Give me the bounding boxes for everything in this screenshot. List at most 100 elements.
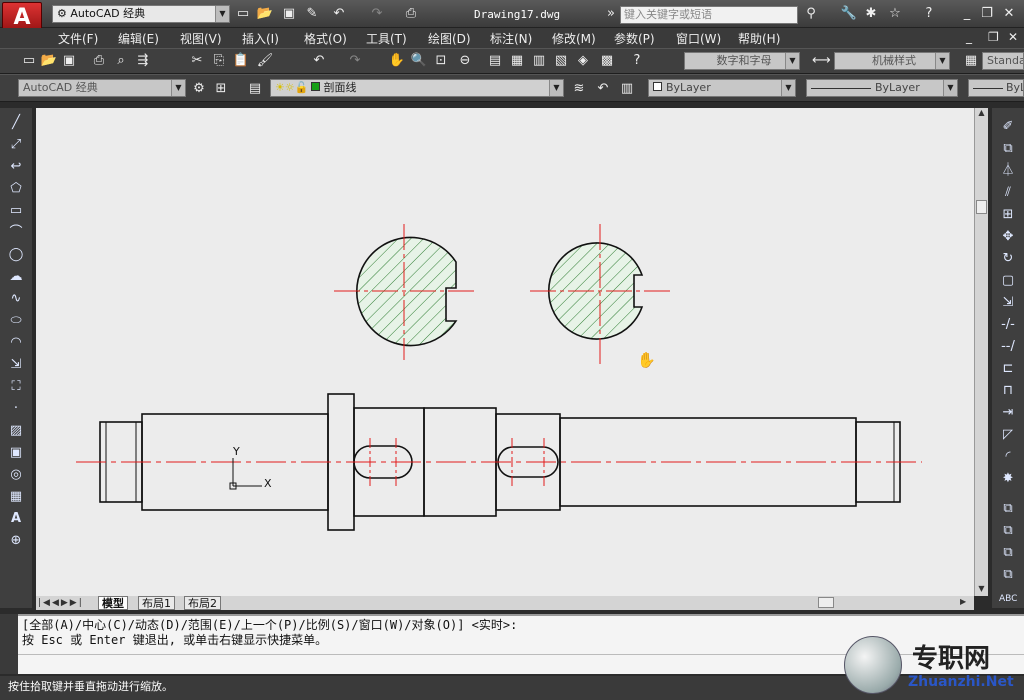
text-draworder-icon[interactable]: ABC xyxy=(999,590,1017,608)
markup-icon[interactable]: ◈ xyxy=(574,52,592,70)
design-center-icon[interactable]: ▦ xyxy=(508,52,526,70)
extend-icon[interactable]: --/ xyxy=(999,338,1017,356)
section-view-2[interactable] xyxy=(530,224,670,364)
polygon-icon[interactable]: ⬠ xyxy=(7,180,25,198)
undo-icon[interactable]: ↶ xyxy=(310,52,328,70)
menu-parametric[interactable]: 参数(P) xyxy=(614,30,655,47)
minimize-icon[interactable]: _ xyxy=(958,5,976,23)
drawing-canvas[interactable]: Y X ✋ xyxy=(36,108,974,596)
region-icon[interactable]: ◎ xyxy=(7,466,25,484)
tab-nav-arrows[interactable]: |◀◀▶▶| xyxy=(38,596,84,610)
zoom-previous-icon[interactable]: ⊖ xyxy=(456,52,474,70)
vertical-scroll-thumb[interactable] xyxy=(976,200,987,214)
help-icon[interactable]: ? xyxy=(628,52,646,70)
dim-style-select[interactable]: 机械样式 ▼ xyxy=(834,52,950,70)
communication-icon[interactable]: ✱ xyxy=(862,5,880,23)
rectangle-icon[interactable]: ▭ xyxy=(7,202,25,220)
workspace-selector[interactable]: ⚙ AutoCAD 经典 ▼ xyxy=(52,5,230,23)
wrench-icon[interactable]: 🔧 xyxy=(840,5,858,23)
paste-icon[interactable]: 📋 xyxy=(232,52,250,70)
vertical-scrollbar[interactable]: ▲ ▼ xyxy=(974,108,988,596)
copy-icon[interactable]: ⎘ xyxy=(210,52,228,70)
polyline-icon[interactable]: ↩ xyxy=(7,158,25,176)
array-icon[interactable]: ⊞ xyxy=(999,206,1017,224)
add-selected-icon[interactable]: ⊕ xyxy=(7,532,25,550)
doc-restore-icon[interactable]: ❐ xyxy=(988,30,999,44)
erase-icon[interactable]: ✐ xyxy=(999,118,1017,136)
menu-dimension[interactable]: 标注(N) xyxy=(490,30,532,47)
scroll-up-arrow[interactable]: ▲ xyxy=(975,108,988,120)
menu-tools[interactable]: 工具(T) xyxy=(366,30,407,47)
open-folder-icon[interactable]: 📂 xyxy=(256,5,274,23)
menu-format[interactable]: 格式(O) xyxy=(304,30,347,47)
section-view-1[interactable] xyxy=(334,224,474,360)
color-select[interactable]: ByLayer ▼ xyxy=(648,79,796,97)
horizontal-scrollbar[interactable]: ▶ xyxy=(228,596,974,610)
calculator-icon[interactable]: ▩ xyxy=(598,52,616,70)
scroll-right-arrow[interactable]: ▶ xyxy=(960,597,966,606)
menu-help[interactable]: 帮助(H) xyxy=(738,30,780,47)
break-at-point-icon[interactable]: ⊏ xyxy=(999,360,1017,378)
chamfer-icon[interactable]: ◸ xyxy=(999,426,1017,444)
tablestyle-icon[interactable]: ▦ xyxy=(962,52,980,70)
print-icon[interactable]: ⎙ xyxy=(402,5,420,23)
fillet-icon[interactable]: ◜ xyxy=(999,448,1017,466)
table-icon[interactable]: ▦ xyxy=(7,488,25,506)
draworder-front-icon[interactable]: ⧉ xyxy=(999,500,1017,518)
redo-icon[interactable]: ↷ xyxy=(368,5,386,23)
doc-close-icon[interactable]: ✕ xyxy=(1008,30,1018,44)
plot-icon[interactable]: ⎙ xyxy=(90,52,108,70)
publish-icon[interactable]: ⇶ xyxy=(134,52,152,70)
menu-draw[interactable]: 绘图(D) xyxy=(428,30,471,47)
hatch-icon[interactable]: ▨ xyxy=(7,422,25,440)
zoom-realtime-icon[interactable]: 🔍 xyxy=(410,52,428,70)
scroll-down-arrow[interactable]: ▼ xyxy=(975,584,988,596)
star-icon[interactable]: ☆ xyxy=(886,5,904,23)
draworder-back-icon[interactable]: ⧉ xyxy=(999,522,1017,540)
layer-properties-icon[interactable]: ▤ xyxy=(246,80,264,98)
binoculars-icon[interactable]: ⚲ xyxy=(802,5,820,23)
insert-block-icon[interactable]: ⇲ xyxy=(7,356,25,374)
preview-icon[interactable]: ⌕ xyxy=(112,52,130,70)
save-as-icon[interactable]: ✎ xyxy=(303,5,321,23)
close-icon[interactable]: ✕ xyxy=(1000,5,1018,23)
save-icon[interactable]: ▣ xyxy=(280,5,298,23)
construction-line-icon[interactable]: ⤢ xyxy=(7,136,25,154)
menu-window[interactable]: 窗口(W) xyxy=(676,30,721,47)
break-icon[interactable]: ⊓ xyxy=(999,382,1017,400)
new-file-icon[interactable]: ▭ xyxy=(234,5,252,23)
zoom-window-icon[interactable]: ⊡ xyxy=(432,52,450,70)
layer-select[interactable]: ☀☼🔓 剖面线 ▼ xyxy=(270,79,564,97)
menu-view[interactable]: 视图(V) xyxy=(180,30,222,47)
draworder-under-icon[interactable]: ⧉ xyxy=(999,566,1017,584)
undo-icon[interactable]: ↶ xyxy=(330,5,348,23)
trim-icon[interactable]: -/- xyxy=(999,316,1017,334)
move-icon[interactable]: ✥ xyxy=(999,228,1017,246)
rotate-icon[interactable]: ↻ xyxy=(999,250,1017,268)
layer-previous-icon[interactable]: ↶ xyxy=(594,80,612,98)
open-icon[interactable]: 📂 xyxy=(40,52,58,70)
qnew-icon[interactable]: ▭ xyxy=(20,52,38,70)
lineweight-select[interactable]: ByLa xyxy=(968,79,1024,97)
make-block-icon[interactable]: ⛶ xyxy=(7,378,25,396)
offset-icon[interactable]: ⫽ xyxy=(999,184,1017,202)
menu-insert[interactable]: 插入(I) xyxy=(242,30,279,47)
tab-model[interactable]: 模型 xyxy=(98,596,128,610)
join-icon[interactable]: ⇥ xyxy=(999,404,1017,422)
ellipse-icon[interactable]: ⬭ xyxy=(7,312,25,330)
properties-icon[interactable]: ▤ xyxy=(486,52,504,70)
workspace-combo[interactable]: AutoCAD 经典 ▼ xyxy=(18,79,186,97)
stretch-icon[interactable]: ⇲ xyxy=(999,294,1017,312)
maximize-viewport-icon[interactable]: ⊞ xyxy=(212,80,230,98)
tab-layout1[interactable]: 布局1 xyxy=(138,596,175,610)
scale-icon[interactable]: ▢ xyxy=(999,272,1017,290)
draworder-above-icon[interactable]: ⧉ xyxy=(999,544,1017,562)
ellipse-arc-icon[interactable]: ◠ xyxy=(7,334,25,352)
restore-icon[interactable]: ❐ xyxy=(978,5,996,23)
dimstyle-icon[interactable]: ⟷ xyxy=(812,52,831,70)
help-icon[interactable]: ? xyxy=(920,5,938,23)
table-style-select[interactable]: Standa xyxy=(982,52,1024,70)
tab-layout2[interactable]: 布局2 xyxy=(184,596,221,610)
matchprop-icon[interactable]: 🖌 xyxy=(256,52,274,70)
chevron-right-icon[interactable]: » xyxy=(602,5,620,23)
